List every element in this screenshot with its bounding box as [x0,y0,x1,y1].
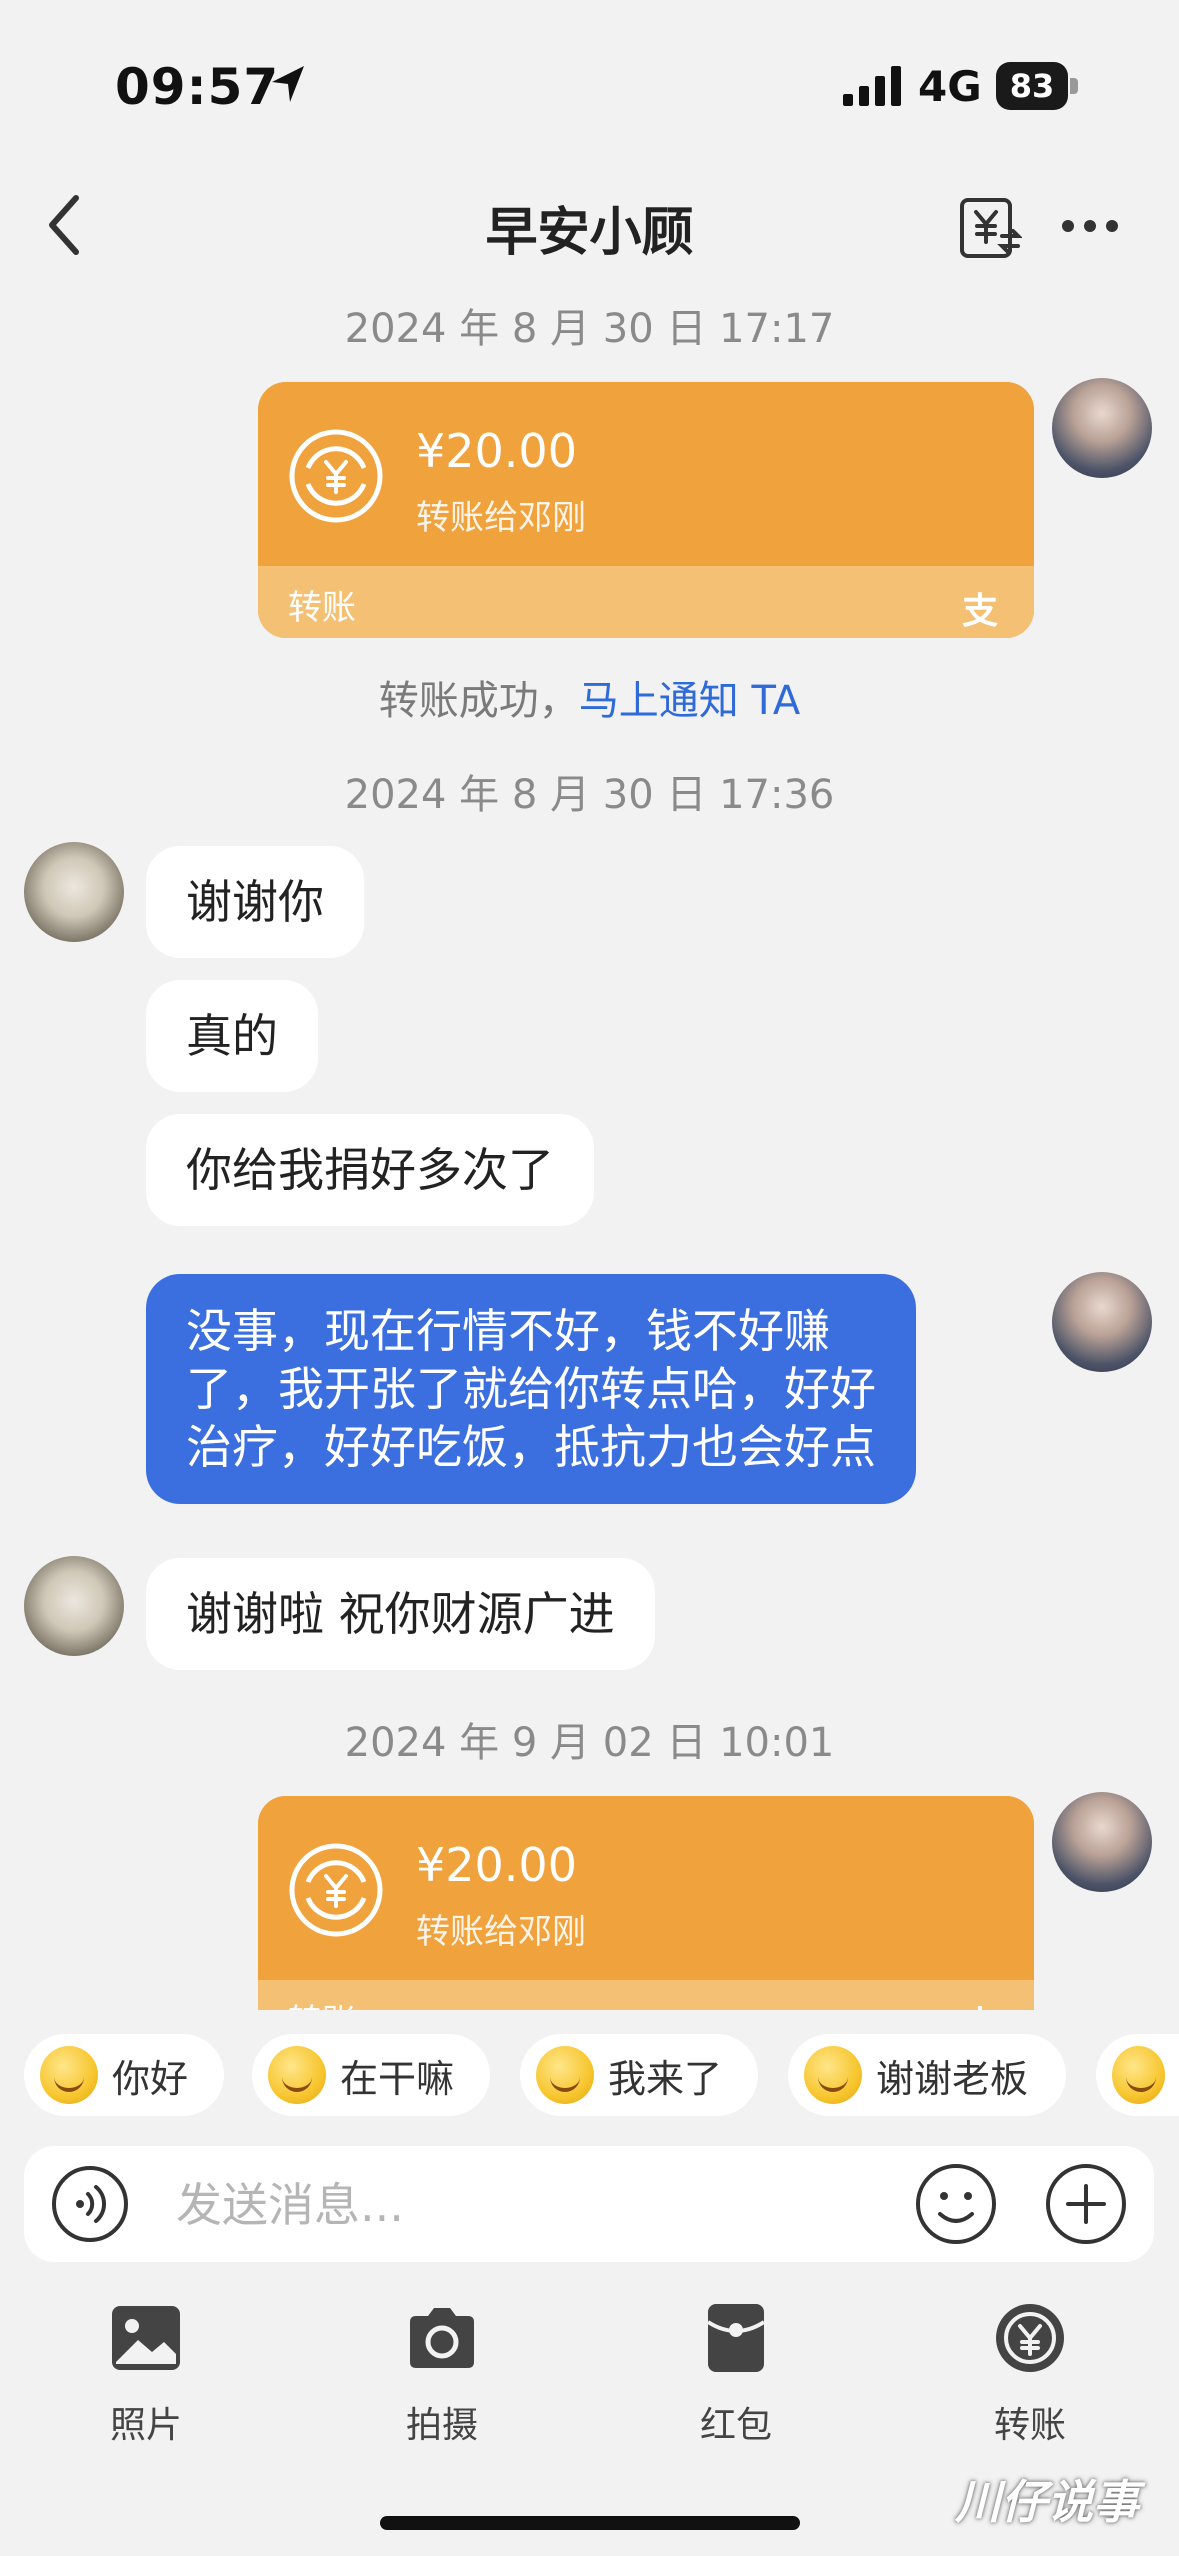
battery-icon: 83 [996,62,1080,110]
timestamp: 2024 年 8 月 30 日 17:36 [344,772,835,818]
transfer-amount: ¥20.00 [416,1838,577,1892]
yuan-exchange-icon[interactable] [958,196,1022,260]
message-bubble-self[interactable]: 没事，现在行情不好，钱不好赚了，我开张了就给你转点哈，好好治疗，好好吃饭，抵抗力… [146,1274,916,1504]
avatar[interactable] [1052,1792,1152,1892]
avatar[interactable] [1052,1272,1152,1372]
transfer-card[interactable]: ¥20.00 转账给邓刚 转账 支 [258,1796,1034,2010]
emoji-icon [268,2046,326,2104]
avatar[interactable] [24,1556,124,1656]
quick-reply-label: 我来了 [608,2056,723,2101]
notice-text: 转账成功， [378,678,579,724]
alipay-icon: 支 [962,1996,998,2010]
transfer-label: 转账 [288,588,356,628]
transfer-label: 转账 [288,1994,356,2010]
status-time: 09:57 [115,58,280,116]
transfer-desc: 转账给邓刚 [416,498,586,538]
transfer-card[interactable]: ¥20.00 转账给邓刚 转账 支 [258,382,1034,638]
quick-reply-chip[interactable]: 你好 [24,2034,224,2116]
toolbar-camera[interactable]: 拍摄 [352,2300,532,2448]
yuan-transfer-icon [289,429,383,523]
notify-link[interactable]: 马上通知 TA [579,678,800,724]
photo-icon [112,2306,180,2370]
avatar[interactable] [1052,378,1152,478]
quick-reply-chip[interactable]: 谢谢老板 [788,2034,1066,2116]
message-bubble[interactable]: 谢谢你 [146,846,364,958]
transfer-card-clip: ¥20.00 转账给邓刚 转账 支 [258,1796,1034,2010]
quick-reply-label: 谢谢老板 [876,2056,1029,2101]
toolbar-label: 照片 [109,2405,182,2446]
watermark: 川仔说事 [955,2475,1139,2529]
toolbar-red-packet[interactable]: 红包 [646,2300,826,2448]
location-arrow-icon [272,66,304,102]
emoji-smile-icon[interactable] [914,2162,998,2246]
signal-icon [843,66,901,106]
emoji-icon [804,2046,862,2104]
sunglasses-emoji-icon [536,2046,594,2104]
plus-circle-icon[interactable] [1044,2162,1128,2246]
toolbar-label: 红包 [699,2405,772,2446]
transfer-yuan-icon [996,2304,1064,2372]
home-indicator [380,2516,800,2530]
quick-reply-label: 在干嘛 [340,2056,455,2101]
transfer-amount: ¥20.00 [416,424,577,478]
avatar[interactable] [24,842,124,942]
quick-reply-chip[interactable] [1096,2034,1179,2116]
message-bubble[interactable]: 你给我捐好多次了 [146,1114,594,1226]
emoji-icon [40,2046,98,2104]
toolbar-transfer[interactable]: 转账 [940,2300,1120,2448]
message-input[interactable] [174,2166,878,2244]
toolbar-label: 拍摄 [405,2405,478,2446]
toolbar-photo[interactable]: 照片 [56,2300,236,2448]
network-type: 4G [918,62,982,111]
voice-icon[interactable] [50,2164,130,2244]
yuan-transfer-icon [289,1843,383,1937]
message-bubble[interactable]: 谢谢啦 祝你财源广进 [146,1558,655,1670]
camera-icon [410,2308,474,2368]
timestamp: 2024 年 8 月 30 日 17:17 [344,306,835,352]
timestamp: 2024 年 9 月 02 日 10:01 [344,1720,835,1766]
quick-reply-label: 你好 [112,2056,189,2101]
battery-level: 83 [1009,67,1055,105]
red-packet-icon [706,2304,766,2372]
emoji-icon [1112,2046,1165,2104]
alipay-icon: 支 [961,591,998,632]
transfer-desc: 转账给邓刚 [416,1912,586,1952]
message-bubble[interactable]: 真的 [146,980,318,1092]
toolbar-label: 转账 [993,2405,1066,2446]
quick-reply-chip[interactable]: 我来了 [520,2034,758,2116]
quick-reply-chip[interactable]: 在干嘛 [252,2034,490,2116]
more-dots-icon[interactable] [1060,216,1120,236]
transfer-notice: 转账成功，马上通知 TA [0,668,1179,726]
